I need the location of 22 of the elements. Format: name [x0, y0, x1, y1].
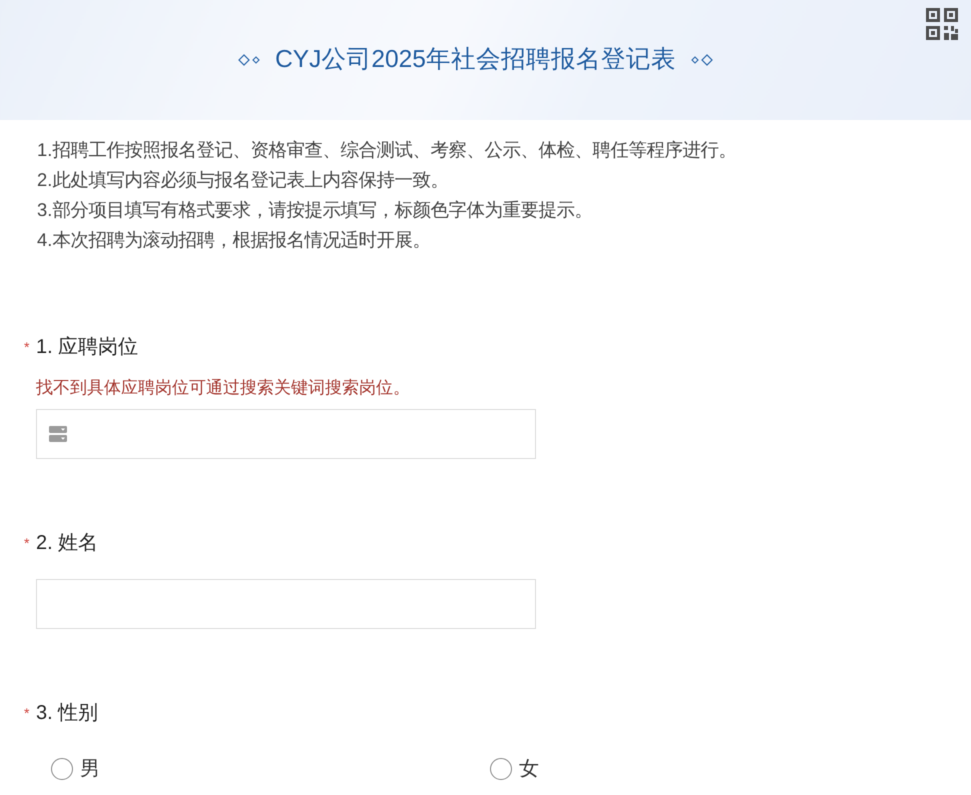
radio-button[interactable]: [490, 758, 512, 780]
select-field[interactable]: [36, 409, 536, 459]
question-label: 2. 姓名: [36, 531, 98, 556]
diamond-ornament-icon: [688, 54, 713, 66]
radio-option[interactable]: 男: [51, 757, 100, 781]
form-title: CYJ公司2025年社会招聘报名登记表: [275, 45, 676, 75]
radio-option[interactable]: 女: [490, 757, 539, 781]
qr-code-icon[interactable]: [926, 8, 958, 40]
required-mark: *: [24, 536, 30, 550]
input-field[interactable]: [36, 579, 536, 629]
diamond-ornament-icon: [238, 54, 262, 66]
hint-text: 找不到具体应聘岗位可通过搜索关键词搜索岗位。: [36, 377, 411, 399]
stacked-bars-icon: [49, 425, 67, 443]
question-label: 1. 应聘岗位: [36, 335, 138, 360]
radio-button[interactable]: [51, 758, 73, 780]
instruction-text: 3.部分项目填写有格式要求，请按提示填写，标颜色字体为重要提示。: [37, 198, 594, 222]
required-mark: *: [24, 340, 30, 354]
instruction-text: 2.此处填写内容必须与报名登记表上内容保持一致。: [37, 168, 450, 192]
required-mark: *: [24, 706, 30, 720]
instruction-text: 1.招聘工作按照报名登记、资格审查、综合测试、考察、公示、体检、聘任等程序进行。: [37, 138, 738, 162]
question-label: 3. 性别: [36, 701, 98, 726]
instruction-text: 4.本次招聘为滚动招聘，根据报名情况适时开展。: [37, 228, 432, 252]
